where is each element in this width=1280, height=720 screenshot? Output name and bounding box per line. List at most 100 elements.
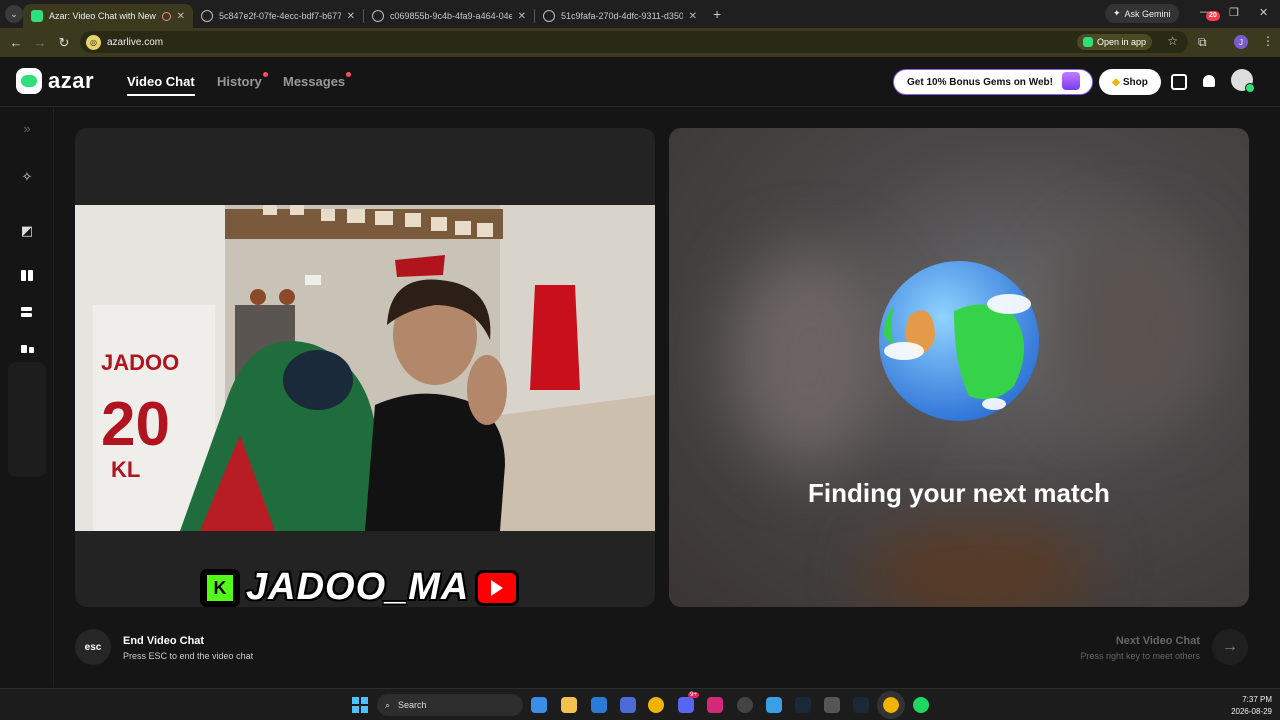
taskbar-search[interactable]: ⌕ Search <box>377 694 523 716</box>
nav-video-chat[interactable]: Video Chat <box>127 74 195 96</box>
mail-icon[interactable] <box>591 697 607 713</box>
layout-side-by-side-icon[interactable] <box>21 270 34 281</box>
open-in-app-button[interactable]: Open in app <box>1076 34 1152 50</box>
nav-history[interactable]: History <box>217 72 268 89</box>
bonus-promo-label: Get 10% Bonus Gems on Web! <box>907 76 1053 88</box>
clock-app-icon[interactable] <box>737 697 753 713</box>
browser-tab-strip: ⌄ Azar: Video Chat with New ✕ 5c847e2f-0… <box>0 0 1280 28</box>
jersey-number-text: 20 <box>101 390 170 459</box>
instagram-icon[interactable] <box>707 697 723 713</box>
windows-start-icon[interactable] <box>352 697 368 713</box>
restore-icon[interactable]: ❐ <box>1229 6 1239 19</box>
address-bar[interactable]: ◎ azarlive.com Open in app ☆ <box>80 31 1188 53</box>
tab-title: c069855b-9c4b-4fa9-a464-04e <box>390 11 512 21</box>
file-explorer-icon[interactable] <box>561 697 577 713</box>
jersey-name-text: JADOO <box>101 350 179 375</box>
globe-icon <box>201 10 213 22</box>
notification-badge: 20 <box>1206 11 1220 21</box>
extensions-icon[interactable]: ⧉ <box>1198 35 1207 50</box>
taskbar-search-placeholder: Search <box>398 700 427 710</box>
layout-stacked-icon[interactable] <box>21 307 32 318</box>
logo-text: azar <box>48 68 95 93</box>
local-camera-feed: JADOO 20 KL <box>75 205 655 531</box>
open-in-app-label: Open in app <box>1096 37 1146 47</box>
profile-avatar[interactable]: J <box>1234 35 1248 49</box>
clock-date: 2026-08-29 <box>1231 707 1272 716</box>
remote-video-panel: Finding your next match <box>669 128 1249 607</box>
chrome-icon[interactable] <box>648 697 664 713</box>
close-tab-icon[interactable]: ✕ <box>518 11 526 22</box>
jersey-tag-text: KL <box>111 457 140 482</box>
expand-sidebar-icon[interactable]: » <box>19 121 35 137</box>
browser-tab-3[interactable]: c069855b-9c4b-4fa9-a464-04e ✕ <box>364 4 534 28</box>
end-chat-button[interactable]: esc <box>75 629 111 665</box>
user-avatar-icon[interactable] <box>1231 69 1255 93</box>
close-tab-icon[interactable]: ✕ <box>347 11 355 22</box>
tab-title: Azar: Video Chat with New <box>49 11 156 21</box>
recording-icon <box>161 11 171 21</box>
back-icon[interactable]: ← <box>4 35 28 50</box>
spotify-icon[interactable] <box>913 697 929 713</box>
steam-secondary-icon[interactable] <box>853 697 869 713</box>
messages-unread-dot <box>346 72 352 77</box>
youtube-logo-icon <box>475 569 520 606</box>
app-header: azar Video Chat History Messages Get 10%… <box>0 57 1280 107</box>
close-tab-icon[interactable]: ✕ <box>177 11 185 22</box>
arrow-right-icon: → <box>1222 638 1238 655</box>
store-icon[interactable] <box>620 697 636 713</box>
filter-effect-icon[interactable]: ◩ <box>19 223 35 239</box>
close-tab-icon[interactable]: ✕ <box>689 11 697 22</box>
browser-menu-icon[interactable]: ⋮ <box>1262 34 1274 48</box>
azar-logo-icon <box>16 68 42 94</box>
gem-icon: ◆ <box>1112 76 1120 88</box>
nav-messages-label: Messages <box>283 74 346 89</box>
forward-icon[interactable]: → <box>28 35 52 50</box>
tab-search-button[interactable]: ⌄ <box>5 5 23 23</box>
browser-tab-2[interactable]: 5c847e2f-07fe-4ecc-bdf7-b677 ✕ <box>193 4 363 28</box>
search-icon: ⌕ <box>385 699 391 710</box>
azar-logo[interactable]: azar <box>16 68 94 94</box>
windows-taskbar: ⌕ Search 9+ 7:37 PM 2026-08-29 <box>0 688 1280 720</box>
chrome-active-icon[interactable] <box>877 691 905 719</box>
snipping-tool-icon[interactable] <box>824 697 840 713</box>
browser-tab-azar[interactable]: Azar: Video Chat with New ✕ <box>23 4 193 28</box>
layout-pip-icon[interactable] <box>21 345 34 356</box>
azar-favicon <box>31 10 43 22</box>
next-chat-hint: Press right key to meet others <box>1080 651 1200 661</box>
finding-match-text: Finding your next match <box>808 478 1110 508</box>
bell-icon[interactable] <box>1201 74 1217 90</box>
globe-icon <box>543 10 555 22</box>
next-chat-title: Next Video Chat <box>1115 635 1200 647</box>
tab-title: 51c9fafa-270d-4dfc-9311-d350 <box>561 11 683 21</box>
steam-icon[interactable] <box>795 697 811 713</box>
widgets-icon[interactable] <box>531 697 547 713</box>
globe-icon <box>879 261 1039 421</box>
magic-wand-icon[interactable]: ✧ <box>19 169 35 185</box>
bonus-gems-promo[interactable]: Get 10% Bonus Gems on Web! <box>893 69 1093 95</box>
streamer-overlay: K JADOO_MA <box>200 566 520 609</box>
url-text: azarlive.com <box>107 36 164 48</box>
gift-icon <box>1062 72 1080 90</box>
inbox-icon[interactable] <box>1171 74 1187 90</box>
system-clock[interactable]: 7:37 PM 2026-08-29 <box>1231 694 1272 718</box>
photos-icon[interactable] <box>766 697 782 713</box>
end-chat-title: End Video Chat <box>123 635 205 647</box>
shop-button[interactable]: ◆ Shop <box>1099 69 1161 95</box>
history-unread-dot <box>262 72 268 77</box>
nav-messages[interactable]: Messages <box>283 72 352 89</box>
browser-tab-4[interactable]: 51c9fafa-270d-4dfc-9311-d350 ✕ <box>535 4 705 28</box>
tab-title: 5c847e2f-07fe-4ecc-bdf7-b677 <box>219 11 341 21</box>
left-sidebar: » ✧ ◩ <box>0 107 54 687</box>
nav-history-label: History <box>217 74 262 89</box>
bookmark-star-icon[interactable]: ☆ <box>1167 34 1178 48</box>
new-tab-button[interactable]: + <box>713 6 721 22</box>
local-video-panel: JADOO 20 KL <box>75 128 655 607</box>
next-chat-button[interactable]: → <box>1212 629 1248 665</box>
discord-icon[interactable] <box>678 697 694 713</box>
close-window-icon[interactable]: ✕ <box>1259 6 1268 19</box>
site-info-icon[interactable]: ◎ <box>86 34 101 50</box>
reload-icon[interactable]: ↻ <box>52 35 76 51</box>
ask-gemini-button[interactable]: ✦ Ask Gemini <box>1105 4 1179 23</box>
app-icon <box>1082 37 1093 47</box>
globe-icon <box>372 10 384 22</box>
